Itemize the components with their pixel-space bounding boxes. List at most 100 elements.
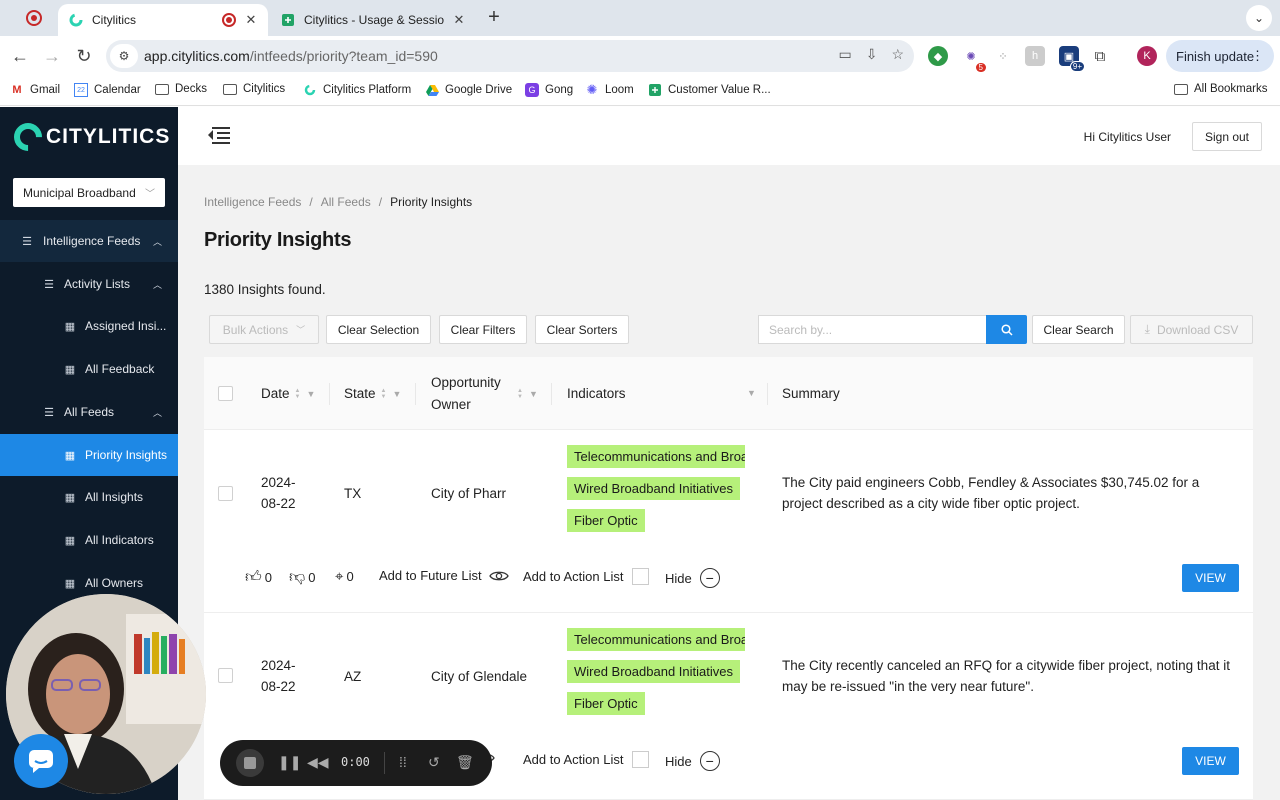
sidebar-item-all-feedback[interactable]: ▦ All Feedback: [0, 348, 178, 390]
view-button[interactable]: VIEW: [1182, 747, 1239, 775]
finish-update-button[interactable]: Finish update ⋮: [1166, 40, 1274, 72]
site-settings-icon[interactable]: ⚙: [110, 44, 138, 68]
sort-icon[interactable]: ▲ ▼: [381, 388, 387, 400]
chevron-up-icon: ︿: [152, 279, 162, 290]
sidebar-item-activity-lists[interactable]: ☰ Activity Lists ︿: [0, 263, 178, 305]
indicator-tag[interactable]: Wired Broadband Initiatives: [567, 477, 740, 500]
sidebar-item-assigned-insights[interactable]: ▦ Assigned Insi...: [0, 305, 178, 347]
sort-icon[interactable]: ▲ ▼: [295, 388, 301, 400]
extension-dots-icon[interactable]: ⁘: [993, 46, 1013, 66]
row-checkbox[interactable]: [218, 668, 233, 683]
filter-icon[interactable]: ▼: [747, 388, 756, 398]
action-list-checkbox[interactable]: [632, 751, 650, 768]
citylitics-logo[interactable]: CITYLITICS: [8, 117, 170, 157]
bookmark-google-drive[interactable]: Google Drive: [425, 83, 512, 97]
indicator-tag[interactable]: Fiber Optic: [567, 692, 645, 715]
view-button[interactable]: VIEW: [1182, 564, 1239, 592]
tab-citylitics[interactable]: Citylitics ✕: [58, 4, 268, 36]
install-app-icon[interactable]: ⇩: [866, 46, 878, 63]
bookmark-star-icon[interactable]: ☆: [891, 46, 904, 63]
chat-widget-button[interactable]: [14, 734, 68, 788]
all-bookmarks[interactable]: All Bookmarks: [1174, 83, 1268, 95]
indicator-tag[interactable]: Telecommunications and Broadband: [567, 445, 745, 468]
tab-close-icon[interactable]: ✕: [244, 12, 258, 28]
hide-button[interactable]: Hide −: [665, 751, 720, 771]
screen-recorder-toolbar: ❚❚ ◀◀ 0:00 ⁞⁞ ↺ 🗑︎: [220, 740, 492, 786]
add-to-action-list-button[interactable]: Add to Action List: [523, 751, 650, 768]
clear-search-button[interactable]: Clear Search: [1032, 315, 1125, 344]
extension-blue-icon[interactable]: ▣ 9+: [1059, 46, 1085, 72]
breadcrumb-all-feeds[interactable]: All Feeds: [321, 195, 371, 209]
indicator-tag[interactable]: Fiber Optic: [567, 509, 645, 532]
back-arrow-icon[interactable]: ←: [8, 44, 32, 68]
like-button[interactable]: 👍︎ 0: [245, 568, 272, 587]
filter-icon[interactable]: ▼: [392, 389, 401, 399]
sidebar-item-all-indicators[interactable]: ▦ All Indicators: [0, 519, 178, 561]
add-to-action-list-button[interactable]: Add to Action List: [523, 568, 650, 585]
menu-collapse-icon[interactable]: [208, 126, 230, 144]
team-select[interactable]: Municipal Broadband ﹀: [13, 178, 165, 207]
new-tab-icon[interactable]: +: [484, 6, 504, 29]
clear-sorters-button[interactable]: Clear Sorters: [535, 315, 629, 344]
indicator-tag[interactable]: Telecommunications and Broadband: [567, 628, 745, 651]
column-header-opportunity-owner[interactable]: Opportunity Owner ▲ ▼ ▼: [431, 357, 538, 430]
search-button[interactable]: [986, 315, 1027, 344]
tab-close-icon[interactable]: ✕: [452, 12, 466, 28]
drag-handle-icon[interactable]: ⁞⁞: [399, 754, 407, 770]
forward-arrow-icon[interactable]: →: [40, 44, 64, 68]
bookmark-citylitics[interactable]: Citylitics: [223, 83, 285, 95]
tab-search-chevron-icon[interactable]: ⌄: [1246, 5, 1272, 31]
bulk-actions-button[interactable]: Bulk Actions ﹀: [209, 315, 319, 344]
bookmark-decks[interactable]: Decks: [155, 83, 207, 95]
rewind-icon[interactable]: ◀◀: [307, 754, 329, 771]
sign-out-button[interactable]: Sign out: [1192, 122, 1262, 151]
clear-filters-button[interactable]: Clear Filters: [439, 315, 527, 344]
bookmark-gong[interactable]: G Gong: [525, 83, 573, 97]
column-header-state[interactable]: State ▲ ▼ ▼: [344, 357, 401, 430]
extension-green-icon[interactable]: ◆: [928, 46, 948, 66]
loom-icon: ✺: [586, 82, 598, 97]
tab-usage-session[interactable]: Citylitics - Usage & Session D ✕: [270, 4, 476, 36]
camera-icon[interactable]: ▭: [838, 46, 851, 63]
extensions-puzzle-icon[interactable]: ⧉: [1090, 46, 1110, 66]
bookmark-loom[interactable]: ✺ Loom: [585, 82, 634, 97]
extension-flower-icon[interactable]: ✺ 5: [961, 46, 986, 72]
sidebar-item-intelligence-feeds[interactable]: ☰ Intelligence Feeds ︿: [0, 220, 178, 262]
stop-recording-button[interactable]: [236, 749, 264, 777]
profile-avatar[interactable]: K: [1137, 46, 1157, 66]
select-all-checkbox[interactable]: [218, 386, 233, 401]
bookmarks-bar: M Gmail 22 Calendar Decks Citylitics Cit…: [0, 76, 1280, 106]
target-button[interactable]: ⌖ 0: [335, 568, 354, 585]
bookmark-customer-value[interactable]: Customer Value R...: [648, 83, 771, 97]
sort-icon[interactable]: ▲ ▼: [517, 388, 523, 400]
column-header-indicators[interactable]: Indicators: [567, 357, 626, 430]
sidebar-item-all-feeds[interactable]: ☰ All Feeds ︿: [0, 391, 178, 433]
sidebar-item-all-insights[interactable]: ▦ All Insights: [0, 476, 178, 518]
restart-icon[interactable]: ↺: [428, 754, 440, 771]
breadcrumb-intelligence-feeds[interactable]: Intelligence Feeds: [204, 195, 301, 209]
filter-icon[interactable]: ▼: [529, 389, 538, 399]
download-csv-button[interactable]: ⤓ Download CSV: [1130, 315, 1253, 344]
bookmark-citylitics-platform[interactable]: Citylitics Platform: [303, 83, 411, 97]
dislike-button[interactable]: 👎︎ 0: [289, 568, 315, 587]
address-bar[interactable]: ⚙ app.citylitics.com/intfeeds/priority?t…: [106, 40, 914, 72]
folder-icon: [1174, 83, 1188, 95]
trash-icon[interactable]: 🗑︎: [456, 754, 474, 771]
bookmark-gmail[interactable]: M Gmail: [10, 83, 60, 97]
column-header-summary[interactable]: Summary: [782, 357, 840, 430]
search-input[interactable]: [758, 315, 986, 344]
filter-icon[interactable]: ▼: [306, 389, 315, 399]
extension-grey-icon[interactable]: h: [1025, 46, 1045, 66]
column-header-date[interactable]: Date ▲ ▼ ▼: [261, 357, 315, 430]
add-to-future-list-button[interactable]: Add to Future List: [379, 568, 509, 583]
pause-icon[interactable]: ❚❚: [278, 754, 301, 771]
sidebar-item-priority-insights[interactable]: ▦ Priority Insights: [0, 434, 178, 476]
row-checkbox[interactable]: [218, 486, 233, 501]
reload-icon[interactable]: ↻: [72, 44, 96, 68]
hide-button[interactable]: Hide −: [665, 568, 720, 588]
clear-selection-button[interactable]: Clear Selection: [326, 315, 431, 344]
indicator-tag[interactable]: Wired Broadband Initiatives: [567, 660, 740, 683]
breadcrumb-separator: /: [309, 195, 313, 209]
bookmark-calendar[interactable]: 22 Calendar: [74, 83, 141, 97]
action-list-checkbox[interactable]: [632, 568, 650, 585]
